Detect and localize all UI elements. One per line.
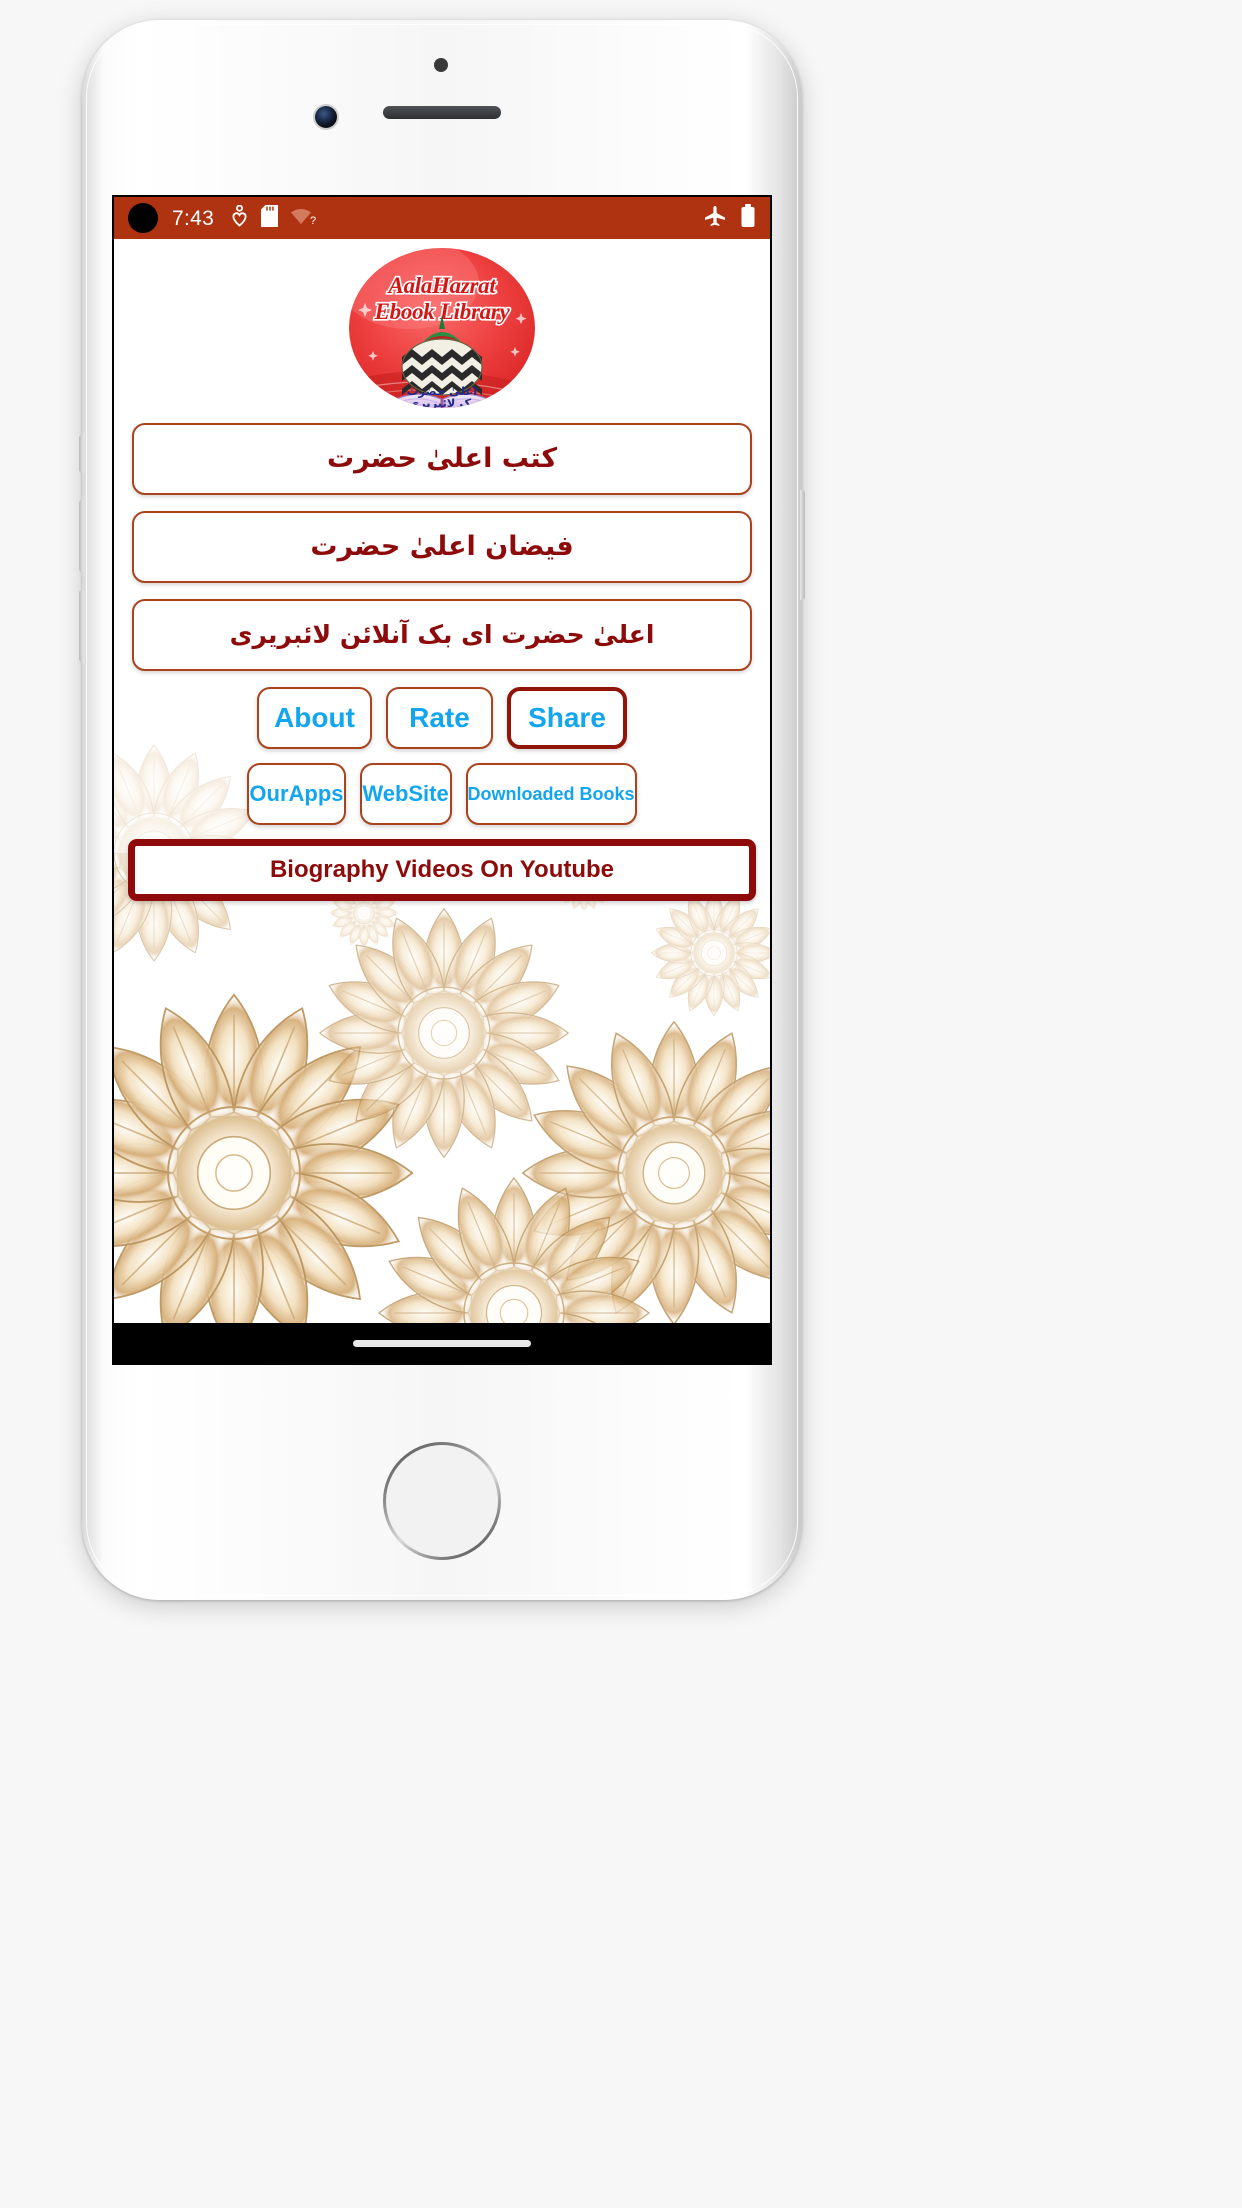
svg-text:?: ? — [310, 215, 316, 226]
status-clock: 7:43 — [172, 206, 215, 230]
navigation-bar — [114, 1323, 770, 1363]
wifi-unknown-icon: ? — [291, 206, 317, 231]
svg-text:بک لائبریری: بک لائبریری — [409, 396, 476, 410]
home-button[interactable] — [383, 1442, 501, 1560]
svg-text:AalaHazrat: AalaHazrat — [387, 273, 497, 298]
share-button[interactable]: Share — [507, 687, 627, 749]
app-main-content: AalaHazrat Ebook Library اعلیٰ حضرت بک ل… — [114, 239, 770, 901]
button-kutub-aala-hazrat[interactable]: کتب اعلیٰ حضرت — [132, 423, 752, 495]
airplane-mode-icon — [703, 204, 727, 233]
about-button[interactable]: About — [257, 687, 372, 749]
screen-content: 7:43 ? AalaHazrat Ebook Library اعلیٰ حض… — [114, 197, 770, 1363]
status-icons-right — [703, 203, 756, 233]
silent-switch[interactable] — [79, 435, 84, 473]
rate-button[interactable]: Rate — [386, 687, 493, 749]
camera-cutout — [128, 203, 158, 233]
logo-container: AalaHazrat Ebook Library اعلیٰ حضرت بک ل… — [114, 239, 770, 413]
phone-frame: 7:43 ? AalaHazrat Ebook Library اعلیٰ حض… — [79, 20, 805, 1600]
home-gesture-pill[interactable] — [353, 1339, 531, 1347]
biography-videos-youtube-button[interactable]: Biography Videos On Youtube — [128, 839, 756, 901]
heart-health-icon — [231, 204, 248, 232]
status-icons-left: ? — [231, 204, 317, 232]
action-row-primary: About Rate Share — [114, 687, 770, 749]
volume-down-button[interactable] — [79, 590, 84, 662]
power-button[interactable] — [800, 490, 805, 600]
action-row-secondary: OurApps WebSite Downloaded Books — [114, 763, 770, 825]
volume-up-button[interactable] — [79, 500, 84, 572]
downloaded-books-button[interactable]: Downloaded Books — [465, 763, 637, 825]
sd-card-icon — [261, 204, 279, 232]
ourapps-button[interactable]: OurApps — [247, 763, 346, 825]
website-button[interactable]: WebSite — [359, 763, 452, 825]
button-aala-hazrat-ebook-online-library[interactable]: اعلیٰ حضرت ای بک آنلائن لائبریری — [132, 599, 752, 671]
aalahazrat-ebook-library-logo: AalaHazrat Ebook Library اعلیٰ حضرت بک ل… — [349, 243, 535, 413]
battery-icon — [740, 203, 756, 233]
front-camera — [315, 106, 337, 128]
phone-screen: 7:43 ? AalaHazrat Ebook Library اعلیٰ حض… — [112, 195, 772, 1365]
earpiece-speaker — [383, 106, 501, 119]
status-bar: 7:43 ? — [114, 197, 770, 239]
app-content-area: AalaHazrat Ebook Library اعلیٰ حضرت بک ل… — [114, 239, 770, 1323]
proximity-sensor — [434, 58, 448, 72]
button-faizan-aala-hazrat[interactable]: فیضان اعلیٰ حضرت — [132, 511, 752, 583]
